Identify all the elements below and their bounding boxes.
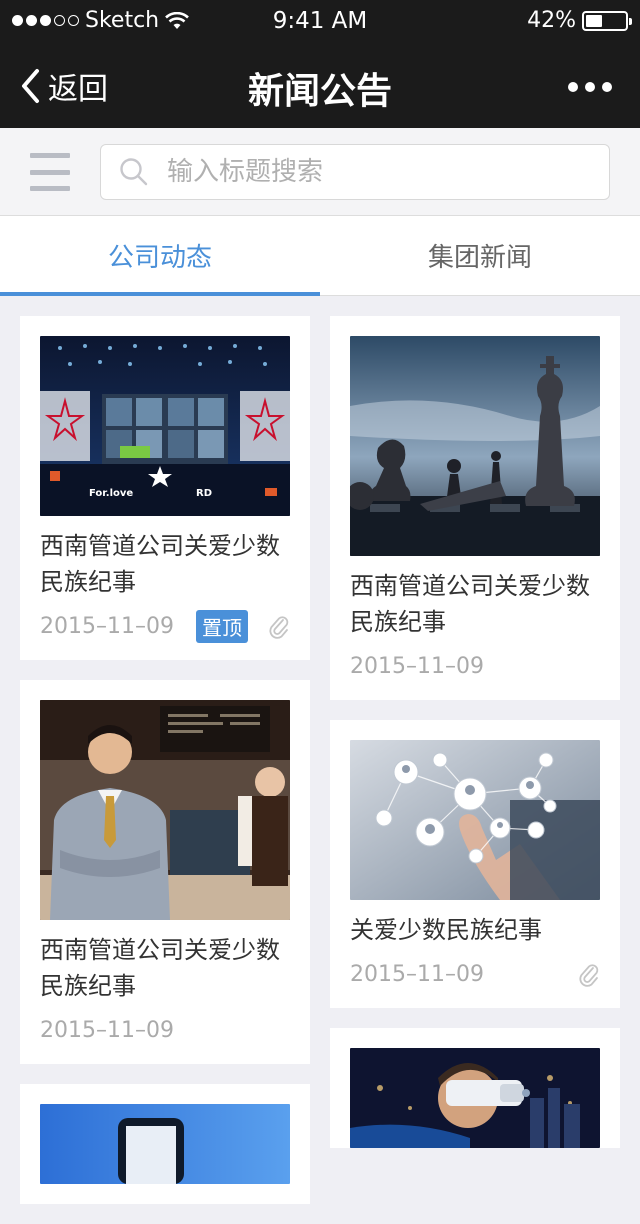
tab-group-news[interactable]: 集团新闻 xyxy=(320,216,640,295)
article-title: 西南管道公司关爱少数民族纪事 xyxy=(40,532,280,596)
battery-icon xyxy=(582,10,632,31)
search-icon xyxy=(120,158,148,186)
battery-percent: 42% xyxy=(527,8,576,33)
search-bar xyxy=(0,128,640,216)
menu-icon[interactable] xyxy=(30,153,70,191)
navigation-bar: 返回 新闻公告 xyxy=(0,40,640,128)
article-image-vr xyxy=(350,1048,600,1148)
article-meta: 2015–11–09 xyxy=(40,1012,290,1048)
tab-bar: 公司动态 集团新闻 xyxy=(0,216,640,296)
article-card[interactable] xyxy=(20,1084,310,1204)
article-image-chess xyxy=(350,336,600,556)
article-date: 2015–11–09 xyxy=(40,1017,174,1043)
article-card[interactable] xyxy=(330,1028,620,1148)
article-column-left: For.love RD 西南管道公司关爱少数民族纪事 2015–11–09 置顶 xyxy=(20,316,310,1224)
status-bar: Sketch 9:41 AM 42% xyxy=(0,0,640,40)
search-input[interactable] xyxy=(167,157,567,187)
article-title: 关爱少数民族纪事 xyxy=(350,916,542,944)
article-meta: 2015–11–09 置顶 xyxy=(40,608,290,644)
article-card[interactable]: 关爱少数民族纪事 2015–11–09 xyxy=(330,720,620,1008)
article-date: 2015–11–09 xyxy=(40,613,174,639)
more-dot-icon xyxy=(602,82,612,92)
article-image-barista xyxy=(40,700,290,920)
article-date: 2015–11–09 xyxy=(350,961,484,987)
article-card[interactable]: For.love RD 西南管道公司关爱少数民族纪事 2015–11–09 置顶 xyxy=(20,316,310,660)
more-button[interactable] xyxy=(568,82,612,92)
pinned-badge: 置顶 xyxy=(196,609,248,643)
search-box[interactable] xyxy=(100,144,610,200)
article-card[interactable]: 西南管道公司关爱少数民族纪事 2015–11–09 xyxy=(330,316,620,700)
article-column-right: 西南管道公司关爱少数民族纪事 2015–11–09 关爱少数民族纪事 2015–… xyxy=(330,316,620,1168)
article-image-phone xyxy=(40,1104,290,1184)
article-meta: 2015–11–09 xyxy=(350,956,600,992)
status-right: 42% xyxy=(527,8,632,33)
article-date: 2015–11–09 xyxy=(350,653,484,679)
more-dot-icon xyxy=(585,82,595,92)
more-dot-icon xyxy=(568,82,578,92)
page-title: 新闻公告 xyxy=(247,71,392,112)
article-meta: 2015–11–09 xyxy=(350,648,600,684)
article-title: 西南管道公司关爱少数民族纪事 xyxy=(350,572,590,636)
article-title: 西南管道公司关爱少数民族纪事 xyxy=(40,936,280,1000)
tab-company-news[interactable]: 公司动态 xyxy=(0,216,320,296)
article-image-network xyxy=(350,740,600,900)
svg-text:RD: RD xyxy=(196,488,212,499)
paperclip-icon xyxy=(579,964,599,987)
article-image-stage: For.love RD xyxy=(40,336,290,516)
paperclip-icon xyxy=(269,616,289,639)
article-card[interactable]: 西南管道公司关爱少数民族纪事 2015–11–09 xyxy=(20,680,310,1064)
stage-image-text: For.love xyxy=(89,488,133,499)
